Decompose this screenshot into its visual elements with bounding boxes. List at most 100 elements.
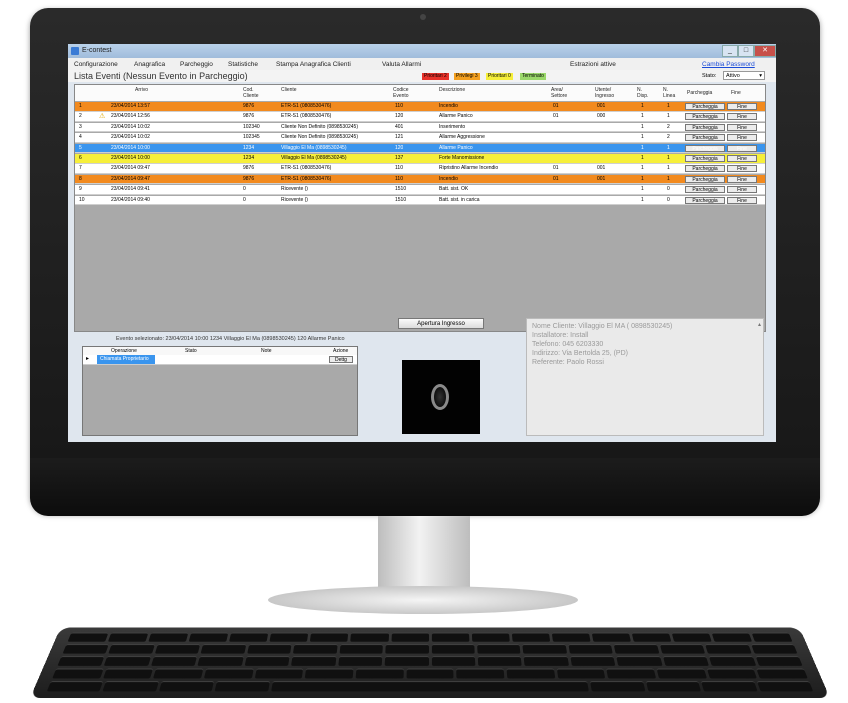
park-button[interactable]: Parcheggia: [685, 196, 725, 204]
park-button[interactable]: Parcheggia: [685, 186, 725, 194]
park-button[interactable]: Parcheggia: [685, 155, 725, 162]
change-password-link[interactable]: Cambia Password: [702, 61, 755, 68]
cell-disp: 1: [641, 113, 644, 120]
cell-cliente: Ricevente (): [281, 186, 308, 193]
window-title: E-contest: [82, 47, 112, 54]
end-button[interactable]: Fine: [727, 144, 757, 152]
table-row[interactable]: 8 23/04/2014 09:47 9876 ETR-S1 (0808530476)…: [75, 174, 765, 185]
col-parcheggia[interactable]: Parcheggia: [687, 90, 712, 96]
cell-cliente: Villaggio El Ma (0898530245): [281, 144, 347, 151]
col-note[interactable]: Note: [261, 348, 272, 354]
menu-stampa-anagrafica[interactable]: Stampa Anagrafica Clienti: [276, 61, 351, 68]
menu-configurazione[interactable]: Configurazione: [74, 61, 118, 68]
col-stato[interactable]: Stato: [185, 348, 197, 354]
keyboard-key: [556, 668, 606, 679]
end-button[interactable]: Fine: [727, 134, 757, 142]
camera-lens-icon: [431, 384, 449, 410]
cell-linea: 2: [667, 123, 670, 130]
info-referent: Referente: Paolo Rossi: [532, 359, 604, 366]
col-fine[interactable]: Fine: [731, 90, 741, 96]
cell-utente: 001: [597, 103, 606, 109]
col-cliente[interactable]: Cliente: [281, 87, 297, 93]
menu-anagrafica[interactable]: Anagrafica: [134, 61, 165, 68]
cell-arrivo: 23/04/2014 09:47: [111, 165, 150, 172]
keyboard-key: [46, 681, 104, 692]
close-button[interactable]: ✕: [754, 45, 776, 57]
col-cod-cliente[interactable]: Cod. Cliente: [243, 87, 261, 99]
cell-cod-cliente: 0: [243, 196, 246, 203]
keyboard-key: [522, 644, 567, 654]
keyboard-row: [57, 656, 803, 666]
cell-area: 01: [553, 103, 559, 109]
menu-statistiche[interactable]: Statistiche: [228, 61, 258, 68]
table-row[interactable]: 10 23/04/2014 09:40 0 Ricevente () 1510 Batt.…: [75, 195, 765, 206]
park-button[interactable]: Parcheggia: [685, 103, 725, 110]
cell-linea: 0: [667, 196, 670, 203]
menu-parcheggio[interactable]: Parcheggio: [180, 61, 213, 68]
keyboard-key: [62, 644, 110, 654]
state-select[interactable]: Attivo ▾: [723, 71, 765, 80]
keyboard-key: [337, 656, 383, 666]
client-info-panel[interactable]: ▴ Nome Cliente: Villaggio El MA ( 089853…: [526, 318, 764, 436]
park-button[interactable]: Parcheggia: [685, 165, 725, 173]
table-row[interactable]: 4 23/04/2014 10:02 102345 Cliente Non Defin…: [75, 133, 765, 143]
col-descrizione[interactable]: Descrizione: [439, 87, 465, 93]
park-button[interactable]: Parcheggia: [685, 134, 725, 142]
end-button[interactable]: Fine: [727, 196, 757, 204]
cell-utente: 001: [597, 165, 606, 172]
keyboard-key: [102, 668, 154, 679]
keyboard-key: [631, 632, 672, 642]
col-operazione[interactable]: Operazione: [111, 348, 137, 354]
operation-detail-button[interactable]: Dettg: [329, 356, 353, 363]
menu-valuta-allarmi[interactable]: Valuta Allarmi: [382, 61, 421, 68]
park-button[interactable]: Parcheggia: [685, 175, 725, 183]
keyboard-key: [244, 656, 290, 666]
table-row[interactable]: 6 23/04/2014 10:00 1234 Villaggio El Ma (08…: [75, 154, 765, 164]
col-n-linea[interactable]: N. Linea: [663, 87, 677, 99]
cell-codice-evento: 121: [395, 134, 404, 141]
table-row[interactable]: 7 23/04/2014 09:47 9876 ETR-S1 (0808530476)…: [75, 164, 765, 174]
end-button[interactable]: Fine: [727, 186, 757, 194]
list-title: Lista Eventi (Nessun Evento in Parcheggi…: [74, 71, 248, 81]
table-row[interactable]: 5 23/04/2014 10:00 1234 Villaggio El Ma (08…: [75, 143, 765, 154]
cell-cod-cliente: 1234: [243, 144, 255, 151]
table-row[interactable]: 3 23/04/2014 10:02 102340 Cliente Non Defin…: [75, 122, 765, 133]
keyboard-key: [523, 656, 569, 666]
col-utente-ingresso[interactable]: Utente/ Ingresso: [595, 87, 619, 99]
table-row[interactable]: 2 23/04/2014 12:56 9876 ETR-S1 (0808530476)…: [75, 112, 765, 122]
open-gate-button[interactable]: Apertura Ingresso: [398, 318, 484, 329]
cell-cliente: ETR-S1 (0808530476): [281, 103, 332, 109]
cell-cliente: ETR-S1 (0808530476): [281, 175, 332, 182]
end-button[interactable]: Fine: [727, 103, 757, 110]
cell-codice-evento: 110: [395, 103, 403, 109]
chevron-up-icon[interactable]: ▴: [758, 321, 761, 330]
park-button[interactable]: Parcheggia: [685, 113, 725, 121]
keyboard-row: [67, 632, 793, 642]
operations-row[interactable]: ▸ Chiamata Proprietario Dettg: [83, 355, 357, 365]
col-n-disp[interactable]: N. Disp.: [637, 87, 651, 99]
operations-table: Operazione Stato Note Azione ▸ Chiamata …: [82, 346, 358, 436]
park-button[interactable]: Parcheggia: [685, 123, 725, 131]
minimize-button[interactable]: _: [722, 45, 738, 57]
menu-bar: Configurazione Anagrafica Parcheggio Sta…: [68, 58, 776, 70]
end-button[interactable]: Fine: [727, 123, 757, 131]
end-button[interactable]: Fine: [727, 165, 757, 173]
cell-disp: 1: [641, 103, 644, 109]
maximize-button[interactable]: □: [738, 45, 754, 57]
cell-arrivo: 23/04/2014 12:56: [111, 113, 150, 120]
operation-cell[interactable]: Chiamata Proprietario: [97, 355, 155, 364]
col-codice-evento[interactable]: Codice Evento: [393, 87, 413, 99]
end-button[interactable]: Fine: [727, 155, 757, 162]
keyboard-key: [67, 632, 109, 642]
cell-cliente: Cliente Non Definito (0898530245): [281, 134, 358, 141]
table-row[interactable]: 1 23/04/2014 13:57 9876 ETR-S1 (0808530476)…: [75, 102, 765, 112]
end-button[interactable]: Fine: [727, 113, 757, 121]
end-button[interactable]: Fine: [727, 175, 757, 183]
table-row[interactable]: 9 23/04/2014 09:41 0 Ricevente () 1510 Batt. …: [75, 185, 765, 195]
col-area-settore[interactable]: Area/ Settore: [551, 87, 573, 99]
col-azione[interactable]: Azione: [333, 348, 348, 354]
col-arrivo[interactable]: Arrivo: [135, 87, 148, 93]
cell-linea: 1: [667, 144, 670, 151]
park-button[interactable]: Parcheggia: [685, 144, 725, 152]
keyboard-key: [214, 681, 270, 692]
